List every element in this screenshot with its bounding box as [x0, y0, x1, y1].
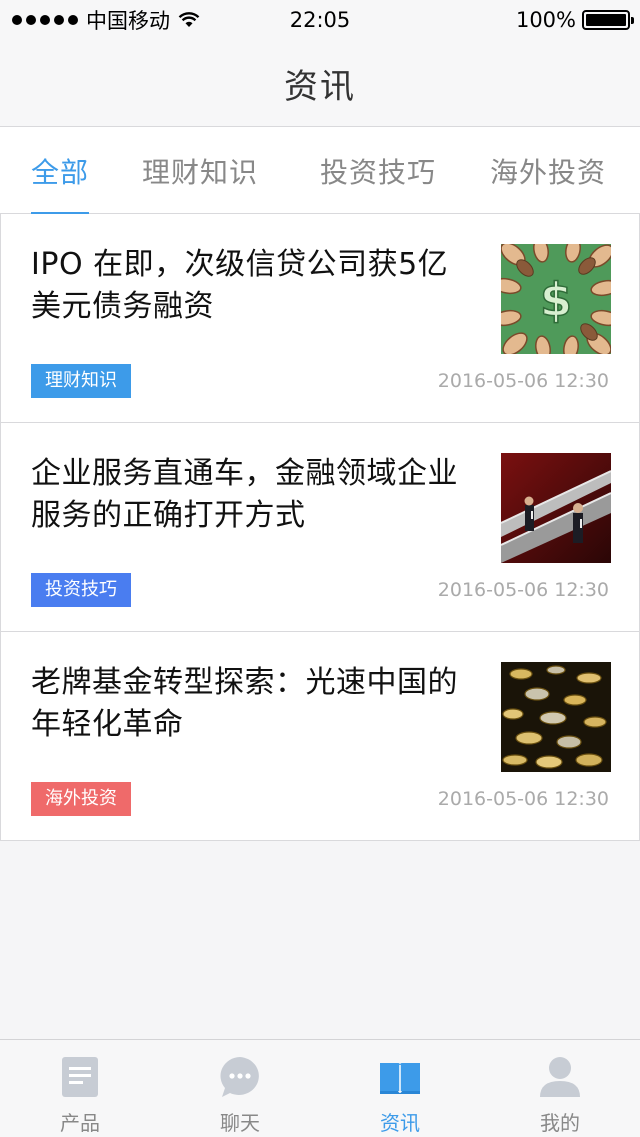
tabbar-label: 产品	[60, 1111, 100, 1135]
article-title: 企业服务直通车，金融领域企业服务的正确打开方式	[31, 456, 458, 533]
publish-date: 2016-05-06 12:30	[437, 788, 609, 810]
tabbar-item-me[interactable]: 我的	[480, 1040, 640, 1137]
open-book-icon	[380, 1063, 420, 1094]
carrier-name: 中国移动	[86, 9, 170, 33]
category-tabs: 全部 理财知识 投资技巧 海外投资	[0, 127, 640, 215]
navigation-bar: 资讯	[0, 40, 640, 127]
user-icon	[540, 1057, 580, 1097]
tabbar-item-chat[interactable]: 聊天	[160, 1040, 320, 1137]
wifi-icon	[178, 12, 200, 27]
publish-date: 2016-05-06 12:30	[437, 579, 609, 601]
falling-coins-image	[501, 662, 611, 772]
category-tag: 海外投资	[31, 782, 131, 816]
category-tag: 投资技巧	[31, 573, 131, 607]
tabbar-item-products[interactable]: 产品	[0, 1040, 160, 1137]
svg-text:$: $	[540, 273, 572, 327]
list-item[interactable]: IPO 在即，次级信贷公司获5亿美元债务融资 $ 理财知识 2016-05-06…	[1, 214, 639, 423]
status-bar: 中国移动 22:05 100%	[0, 0, 640, 40]
publish-date: 2016-05-06 12:30	[437, 370, 609, 392]
battery-percentage: 100%	[515, 8, 576, 32]
document-icon	[62, 1057, 98, 1097]
signal-strength-icon	[12, 15, 78, 25]
tab-overseas-investment[interactable]: 海外投资	[490, 127, 606, 214]
battery-icon	[582, 10, 634, 30]
tabbar-label: 我的	[540, 1111, 580, 1135]
list-item[interactable]: 企业服务直通车，金融领域企业服务的正确打开方式 投资技巧 2016-05-06 …	[1, 423, 639, 632]
dollar-hands-image: $	[501, 244, 611, 354]
page-title: 资讯	[284, 66, 356, 107]
tabbar-item-news[interactable]: 资讯	[320, 1040, 480, 1137]
chat-bubble-icon	[220, 1057, 259, 1097]
tab-finance-knowledge[interactable]: 理财知识	[142, 127, 258, 214]
article-title: 老牌基金转型探索：光速中国的年轻化革命	[31, 665, 458, 742]
tabbar-label: 资讯	[380, 1111, 420, 1135]
news-list: IPO 在即，次级信贷公司获5亿美元债务融资 $ 理财知识 2016-05-06…	[0, 214, 640, 841]
clock: 22:05	[289, 8, 351, 32]
category-tag: 理财知识	[31, 364, 131, 398]
tab-investment-tips[interactable]: 投资技巧	[320, 127, 436, 214]
bottom-tab-bar: 产品 聊天 资讯 我的	[0, 1039, 640, 1137]
escalator-businessmen-image	[501, 453, 611, 563]
tab-all[interactable]: 全部	[31, 127, 90, 215]
list-item[interactable]: 老牌基金转型探索：光速中国的年轻化革命 海外投资 2016-05-06 12:3…	[1, 632, 639, 841]
article-title: IPO 在即，次级信贷公司获5亿美元债务融资	[31, 247, 449, 324]
tabbar-label: 聊天	[220, 1111, 260, 1135]
